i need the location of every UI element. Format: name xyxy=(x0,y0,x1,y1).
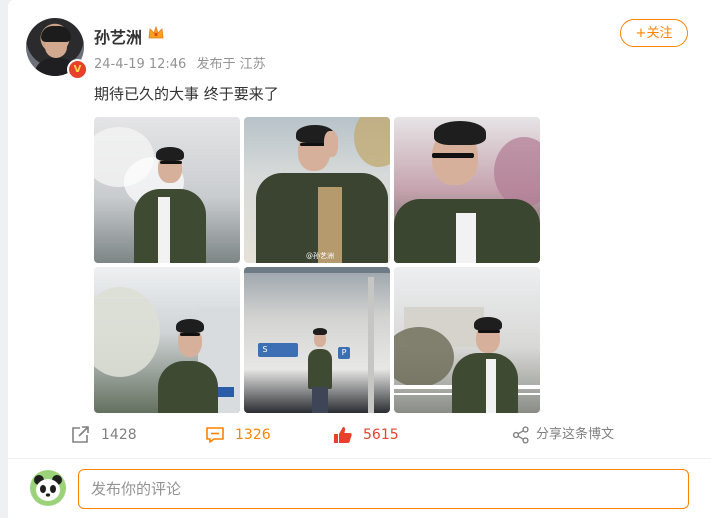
comment-input[interactable] xyxy=(78,469,689,509)
like-count: 5615 xyxy=(363,427,399,443)
photo-1[interactable] xyxy=(94,117,240,263)
repost-icon xyxy=(72,426,89,443)
post-card: V 孙艺洲 24-4-19 12:46 发布于 江苏 +关注 期待已久的大事 终… xyxy=(8,0,711,518)
photo-grid: @孙艺洲 S P xyxy=(94,117,540,413)
photo-watermark: @孙艺洲 xyxy=(306,252,334,260)
post-source: 发布于 江苏 xyxy=(196,57,266,72)
post-text: 期待已久的大事 终于要来了 xyxy=(94,85,279,103)
verified-icon: V xyxy=(67,59,88,80)
action-bar: 1428 1326 5615 分享这条博文 xyxy=(8,424,711,446)
commenter-avatar xyxy=(30,470,66,506)
follow-button[interactable]: +关注 xyxy=(620,19,688,47)
photo-5[interactable]: S P xyxy=(244,267,390,413)
share-label: 分享这条博文 xyxy=(536,427,615,442)
post-meta: 24-4-19 12:46 发布于 江苏 xyxy=(94,53,272,72)
like-icon xyxy=(334,427,352,443)
photo-4[interactable] xyxy=(94,267,240,413)
crown-icon xyxy=(148,26,164,39)
share-icon xyxy=(512,426,529,444)
comment-count: 1326 xyxy=(235,427,271,443)
post-timestamp[interactable]: 24-4-19 12:46 xyxy=(94,57,186,72)
repost-count: 1428 xyxy=(101,427,137,443)
photo-2[interactable]: @孙艺洲 xyxy=(244,117,390,263)
parking-p-sign: P xyxy=(341,348,347,357)
divider xyxy=(8,458,711,459)
photo-6[interactable] xyxy=(394,267,540,413)
comment-icon xyxy=(206,427,224,443)
parking-s-sign: S xyxy=(262,345,268,354)
author-name[interactable]: 孙艺洲 xyxy=(94,24,142,48)
panda-icon xyxy=(34,475,62,501)
photo-3[interactable] xyxy=(394,117,540,263)
